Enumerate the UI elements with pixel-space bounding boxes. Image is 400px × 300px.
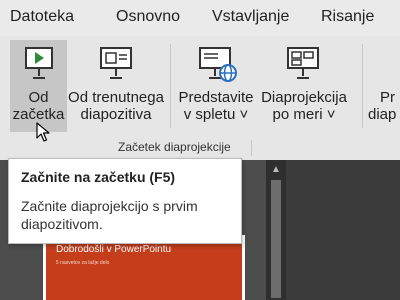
scroll-up-icon[interactable]: ▲ xyxy=(269,164,283,176)
tab-risanje[interactable]: Risanje xyxy=(321,8,374,26)
group-label-start-slideshow: Začetek diaprojekcije xyxy=(118,140,231,154)
slide-thumbnail[interactable]: Dobrodošli v PowerPointu 5 nasvetov za l… xyxy=(43,235,245,300)
tooltip: Začnite na začetku (F5) Začnite diaproje… xyxy=(8,158,242,244)
present-online-label-2: v spletu ˅ xyxy=(183,106,249,123)
rehearse-label-1: Pr xyxy=(380,89,395,106)
present-online-button[interactable]: Predstavite v spletu ˅ xyxy=(176,40,256,132)
tab-osnovno[interactable]: Osnovno xyxy=(116,8,180,26)
slide-title: Dobrodošli v PowerPointu xyxy=(56,244,172,255)
tooltip-description: Začnite diaprojekcijo s prvim diapozitiv… xyxy=(21,198,198,232)
custom-slideshow-label-1: Diaprojekcija xyxy=(261,89,347,106)
custom-slideshow-icon xyxy=(287,47,319,79)
mouse-cursor-icon xyxy=(36,122,50,142)
play-from-current-icon xyxy=(100,47,132,79)
custom-slideshow-button[interactable]: Diaprojekcija po meri ˅ xyxy=(256,40,352,132)
rehearse-button[interactable]: Pr diap xyxy=(368,40,400,132)
present-online-label-1: Predstavite xyxy=(178,89,254,106)
ribbon-tabs: Datoteka Osnovno Vstavljanje Risanje xyxy=(0,0,400,36)
tab-datoteka[interactable]: Datoteka xyxy=(10,8,74,26)
ribbon-divider xyxy=(170,44,171,128)
slide-editor-area[interactable] xyxy=(286,160,400,300)
scroll-thumb[interactable] xyxy=(271,180,281,298)
slide-subtitle: 5 nasvetov za lažje delo xyxy=(56,260,110,266)
custom-slideshow-label-2: po meri ˅ xyxy=(272,106,336,123)
from-beginning-label-2: začetka xyxy=(12,106,65,123)
from-current-slide-button[interactable]: Od trenutnega diapozitiva xyxy=(67,40,165,132)
from-current-label-2: diapozitiva xyxy=(80,106,152,123)
rehearse-label-2: diap xyxy=(368,106,397,123)
ribbon-divider xyxy=(362,44,363,128)
from-current-label-1: Od trenutnega xyxy=(68,89,164,106)
ribbon-slideshow-group: Od začetka Od trenutnega diapozitiva Pre… xyxy=(0,36,400,160)
present-online-icon xyxy=(199,47,237,82)
thumbnail-scrollbar[interactable]: ▲ xyxy=(266,160,286,300)
from-beginning-label-1: Od xyxy=(28,89,49,106)
group-divider xyxy=(251,140,252,156)
play-from-start-icon xyxy=(25,47,53,79)
from-beginning-button[interactable]: Od začetka xyxy=(10,40,67,132)
tooltip-title: Začnite na začetku (F5) xyxy=(21,169,176,185)
tab-vstavljanje[interactable]: Vstavljanje xyxy=(212,8,289,26)
